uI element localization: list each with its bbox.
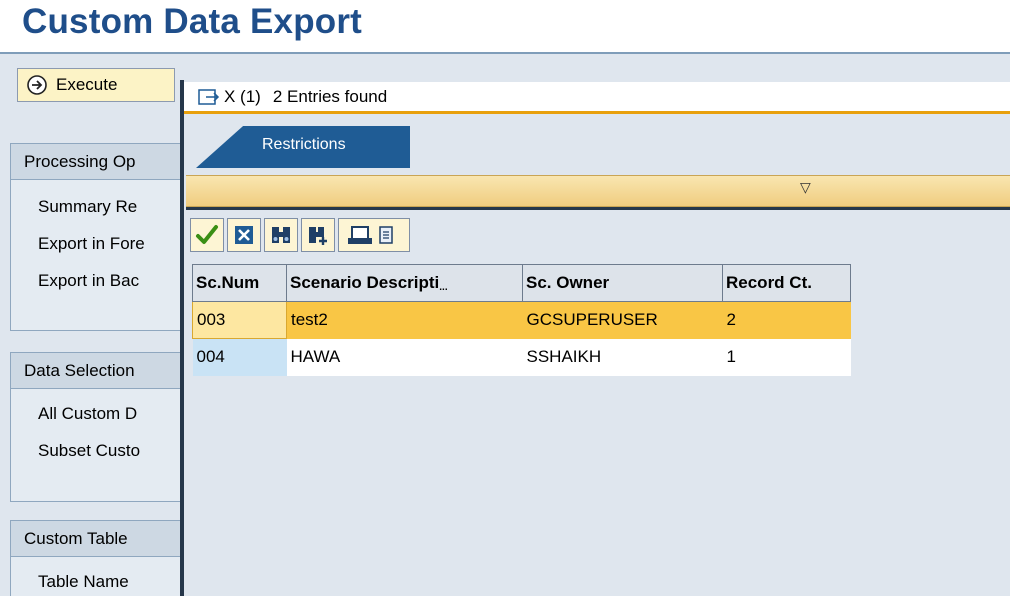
popup-x-count: X (1)	[224, 86, 261, 106]
popup-titlebar: X (1) 2 Entries found	[184, 82, 1010, 114]
table-row[interactable]: 004 HAWA SSHAIKH 1	[192, 338, 851, 376]
column-header-scenario-description[interactable]: Scenario Descripti...	[286, 264, 523, 302]
find-button[interactable]	[264, 218, 298, 252]
cell-sc-num[interactable]: 003	[192, 301, 287, 339]
table-row[interactable]: 003 test2 GCSUPERUSER 2	[192, 301, 851, 339]
cell-scenario-description[interactable]: HAWA	[286, 338, 523, 376]
popup-window-icon	[198, 88, 220, 105]
value-help-popup: X (1) 2 Entries found Restrictions ▽ Sc.…	[180, 80, 1010, 596]
cancel-icon	[235, 226, 253, 244]
column-header-sc-num[interactable]: Sc.Num	[192, 264, 287, 302]
tabstrip: Restrictions	[184, 123, 1010, 168]
cell-sc-owner[interactable]: SSHAIKH	[522, 338, 723, 376]
find-next-button[interactable]	[301, 218, 335, 252]
cell-scenario-description[interactable]: test2	[286, 301, 523, 339]
cell-sc-owner[interactable]: GCSUPERUSER	[522, 301, 723, 339]
column-header-sc-owner[interactable]: Sc. Owner	[522, 264, 723, 302]
cell-sc-num[interactable]: 004	[192, 338, 287, 376]
collapse-arrow-icon[interactable]: ▽	[800, 179, 811, 196]
popup-toolbar	[190, 218, 410, 252]
cell-record-ct[interactable]: 2	[722, 301, 851, 339]
table-header-row: Sc.Num Scenario Descripti... Sc. Owner R…	[192, 264, 851, 302]
checkmark-icon	[196, 225, 218, 244]
print-button[interactable]	[338, 218, 410, 252]
page-title: Custom Data Export	[22, 2, 363, 41]
confirm-button[interactable]	[190, 218, 224, 252]
popup-entries-text: 2 Entries found	[272, 86, 388, 106]
binoculars-plus-icon	[309, 227, 327, 245]
binoculars-icon	[272, 227, 290, 243]
cancel-button[interactable]	[227, 218, 261, 252]
results-table: Sc.Num Scenario Descripti... Sc. Owner R…	[192, 264, 851, 376]
execute-icon	[27, 75, 47, 95]
column-header-text: Scenario Descripti	[290, 273, 440, 292]
tab-restrictions[interactable]: Restrictions	[196, 126, 410, 168]
divider	[186, 207, 1010, 210]
print-icon	[348, 226, 393, 244]
column-header-record-ct[interactable]: Record Ct.	[722, 264, 851, 302]
restrictions-collapse-bar[interactable]: ▽	[186, 175, 1010, 207]
execute-label: Execute	[56, 75, 118, 94]
cell-record-ct[interactable]: 1	[722, 338, 851, 376]
execute-button[interactable]: Execute	[17, 68, 175, 102]
overflow-dots: ...	[439, 282, 448, 293]
